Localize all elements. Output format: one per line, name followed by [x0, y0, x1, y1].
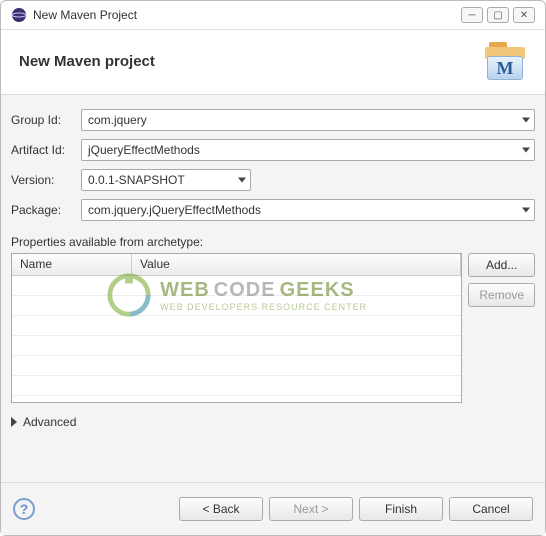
titlebar: New Maven Project ─ ▢ ✕ — [1, 1, 545, 30]
back-button[interactable]: < Back — [179, 497, 263, 521]
close-button[interactable]: ✕ — [513, 7, 535, 23]
add-button[interactable]: Add... — [468, 253, 535, 277]
table-header: Name Value — [12, 254, 461, 276]
chevron-down-icon — [522, 118, 530, 123]
minimize-button[interactable]: ─ — [461, 7, 483, 23]
properties-label: Properties available from archetype: — [11, 235, 535, 249]
cancel-button[interactable]: Cancel — [449, 497, 533, 521]
version-label: Version: — [11, 173, 81, 187]
table-body — [12, 276, 461, 402]
chevron-down-icon — [522, 148, 530, 153]
table-row — [12, 296, 461, 316]
table-row — [12, 376, 461, 396]
group-id-label: Group Id: — [11, 113, 81, 127]
package-value: com.jquery.jQueryEffectMethods — [88, 203, 261, 217]
artifact-id-value: jQueryEffectMethods — [88, 143, 200, 157]
table-row — [12, 356, 461, 376]
group-id-value: com.jquery — [88, 113, 147, 127]
remove-button[interactable]: Remove — [468, 283, 535, 307]
wizard-header: New Maven project M — [1, 30, 545, 95]
table-row — [12, 336, 461, 356]
col-header-name[interactable]: Name — [12, 254, 132, 275]
table-row — [12, 276, 461, 296]
chevron-down-icon — [238, 178, 246, 183]
footer: ? < Back Next > Finish Cancel — [1, 482, 545, 535]
advanced-toggle[interactable]: Advanced — [11, 415, 535, 429]
table-row — [12, 316, 461, 336]
package-field[interactable]: com.jquery.jQueryEffectMethods — [81, 199, 535, 221]
finish-button[interactable]: Finish — [359, 497, 443, 521]
group-id-field[interactable]: com.jquery — [81, 109, 535, 131]
help-icon[interactable]: ? — [13, 498, 35, 520]
eclipse-icon — [11, 7, 27, 23]
advanced-label: Advanced — [23, 415, 76, 429]
window-title: New Maven Project — [33, 8, 457, 22]
package-label: Package: — [11, 203, 81, 217]
version-value: 0.0.1-SNAPSHOT — [88, 173, 185, 187]
maximize-button[interactable]: ▢ — [487, 7, 509, 23]
properties-table[interactable]: Name Value WEB — [11, 253, 462, 403]
version-field[interactable]: 0.0.1-SNAPSHOT — [81, 169, 251, 191]
artifact-id-field[interactable]: jQueryEffectMethods — [81, 139, 535, 161]
maven-icon: M — [483, 42, 527, 80]
page-title: New Maven project — [19, 53, 155, 70]
next-button[interactable]: Next > — [269, 497, 353, 521]
triangle-right-icon — [11, 417, 17, 427]
artifact-id-label: Artifact Id: — [11, 143, 81, 157]
col-header-value[interactable]: Value — [132, 254, 461, 275]
chevron-down-icon — [522, 208, 530, 213]
form-area: Group Id: com.jquery Artifact Id: jQuery… — [1, 95, 545, 482]
